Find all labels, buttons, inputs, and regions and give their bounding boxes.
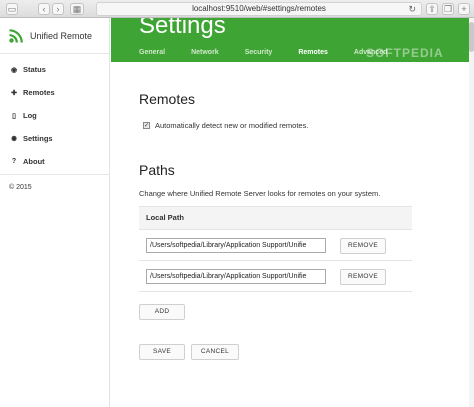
table-row: /Users/softpedia/Library/Application Sup… [139,261,412,292]
url-text: localhost:9510/web/#settings/remotes [192,4,326,13]
cancel-button[interactable]: CANCEL [191,344,239,360]
remotes-heading: Remotes [139,91,196,107]
add-button[interactable]: ADD [139,304,185,320]
divider [0,174,110,175]
sidebar-item-log[interactable]: ▯ Log [0,104,110,127]
save-button[interactable]: SAVE [139,344,185,360]
sidebar-item-remotes[interactable]: ✚ Remotes [0,81,110,104]
column-header-local-path: Local Path [139,206,412,230]
sidebar-toggle-icon[interactable]: ▭ [6,3,18,15]
address-bar[interactable]: localhost:9510/web/#settings/remotes ↻ [96,2,422,16]
share-icon[interactable]: ⇪ [426,3,438,15]
tab-remotes[interactable]: Remotes [298,49,328,56]
sidebar-item-label: Log [23,111,37,120]
auto-detect-label: Automatically detect new or modified rem… [155,121,309,130]
page-title: Settings [139,18,226,39]
path-input[interactable]: /Users/softpedia/Library/Application Sup… [146,269,326,284]
tabs-overview-icon[interactable]: ▦ [70,3,84,15]
sidebar-item-settings[interactable]: ✺ Settings [0,127,110,150]
paths-heading: Paths [139,162,175,178]
remove-button[interactable]: REMOVE [340,238,386,254]
tab-general[interactable]: General [139,49,165,56]
main-panel: Settings General Network Security Remote… [111,18,474,407]
sidebar-item-label: Settings [23,134,53,143]
brand-name: Unified Remote [30,31,93,41]
file-icon: ▯ [12,112,16,120]
tab-security[interactable]: Security [245,49,273,56]
auto-detect-option[interactable]: ✓ Automatically detect new or modified r… [143,121,308,130]
forward-button[interactable]: › [52,3,64,15]
scrollbar[interactable] [469,18,474,407]
divider [0,53,110,54]
copyright: © 2015 [9,184,32,191]
dashboard-icon: ◉ [10,66,18,74]
sidebar-item-status[interactable]: ◉ Status [0,58,110,81]
paths-table: Local Path /Users/softpedia/Library/Appl… [139,206,412,292]
sidebar-item-label: Remotes [23,88,55,97]
sidebar-nav: ◉ Status ✚ Remotes ▯ Log ✺ Settings ? Ab… [0,58,110,173]
scrollbar-thumb[interactable] [469,22,474,52]
auto-detect-checkbox[interactable]: ✓ [143,122,150,129]
paths-description: Change where Unified Remote Server looks… [139,189,381,198]
tabs-icon[interactable]: ❐ [442,3,454,15]
reload-icon[interactable]: ↻ [408,3,416,15]
page-header: Settings General Network Security Remote… [111,18,469,62]
sidebar: Unified Remote ◉ Status ✚ Remotes ▯ Log … [0,18,110,407]
gear-icon: ✺ [11,135,17,143]
brand[interactable]: Unified Remote [8,28,92,44]
sidebar-item-label: About [23,157,45,166]
new-tab-icon[interactable]: + [458,3,470,15]
remove-button[interactable]: REMOVE [340,269,386,285]
gamepad-icon: ✚ [11,89,17,97]
sidebar-item-label: Status [23,65,46,74]
browser-toolbar: ▭ ‹ › ▦ localhost:9510/web/#settings/rem… [0,0,474,18]
path-input[interactable]: /Users/softpedia/Library/Application Sup… [146,238,326,253]
softpedia-watermark: SOFTPEDIA [366,46,444,60]
back-button[interactable]: ‹ [38,3,50,15]
sidebar-item-about[interactable]: ? About [0,150,110,173]
table-row: /Users/softpedia/Library/Application Sup… [139,230,412,261]
question-icon: ? [11,158,17,165]
unified-remote-logo-icon [9,29,23,43]
tab-network[interactable]: Network [191,49,219,56]
